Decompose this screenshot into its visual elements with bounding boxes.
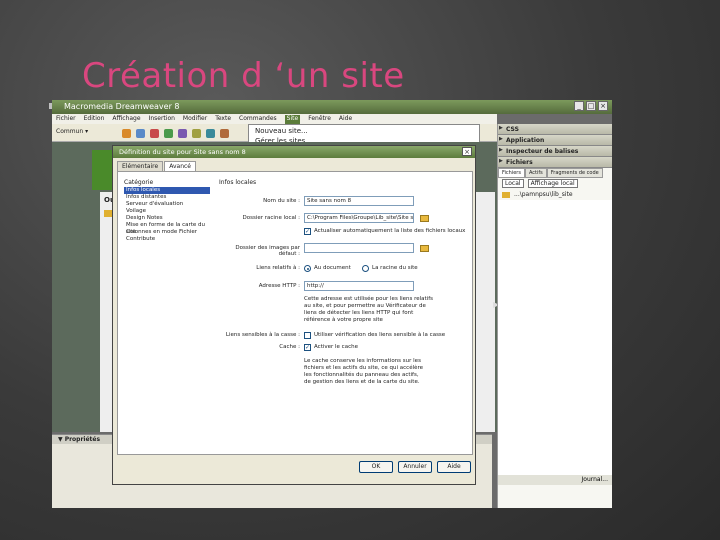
category-testing-server[interactable]: Serveur d'évaluation [124, 201, 210, 208]
dialog-tabs: Elémentaire Avancé [117, 161, 196, 171]
table-icon[interactable] [164, 129, 173, 138]
auto-refresh-label: Actualiser automatiquement la liste des … [314, 228, 466, 234]
image-icon[interactable] [192, 129, 201, 138]
menu-affichage[interactable]: Affichage [112, 115, 140, 124]
help-button[interactable]: Aide [437, 461, 471, 473]
folder-icon [502, 191, 510, 198]
auto-refresh-checkbox[interactable]: ✓ [304, 228, 311, 235]
category-design-notes[interactable]: Design Notes [124, 215, 210, 222]
cache-checkbox[interactable]: ✓ [304, 344, 311, 351]
maximize-button[interactable]: □ [586, 101, 596, 111]
menu-aide[interactable]: Aide [339, 115, 352, 124]
dialog-titlebar: Définition du site pour Site sans nom 8 … [113, 146, 475, 158]
root-folder-label: Dossier racine local : [242, 215, 300, 221]
files-path: ...\pamnpsu\lib_site [514, 191, 573, 198]
cache-option: Activer le cache [314, 344, 358, 350]
case-sensitive-checkbox[interactable] [304, 332, 311, 339]
view-select[interactable]: Affichage local [527, 179, 578, 188]
date-icon[interactable] [220, 129, 229, 138]
files-tabs: Fichiers Actifs Fragments de code [498, 168, 612, 178]
files-controls: Local Affichage local [498, 178, 612, 189]
site-name-input[interactable]: Site sans nom 8 [304, 196, 414, 206]
category-local-info[interactable]: Infos locales [124, 187, 210, 194]
menu-insertion[interactable]: Insertion [149, 115, 175, 124]
menu-item-new-site[interactable]: Nouveau site... [255, 127, 479, 137]
files-path-row: ...\pamnpsu\lib_site [498, 189, 612, 200]
panel-application[interactable]: Application [498, 135, 612, 146]
http-note: Cette adresse est utilisée pour les lien… [304, 296, 434, 323]
http-address-label: Adresse HTTP : [258, 283, 300, 289]
site-definition-dialog: Définition du site pour Site sans nom 8 … [112, 145, 476, 485]
links-root-radio[interactable] [362, 265, 369, 272]
panel-group: CSS Application Inspecteur de balises Fi… [497, 124, 612, 508]
dialog-title: Définition du site pour Site sans nom 8 [119, 148, 246, 156]
ok-button[interactable]: OK [359, 461, 393, 473]
links-relative-label: Liens relatifs à : [256, 265, 300, 271]
tab-snippets[interactable]: Fragments de code [546, 168, 603, 178]
links-document-label: Au document [314, 265, 351, 271]
menu-site[interactable]: Site [284, 115, 301, 124]
dreamweaver-screenshot: Macromedia Dreamweaver 8 _ □ × Fichier E… [52, 100, 612, 508]
menu-commandes[interactable]: Commandes [239, 115, 277, 124]
cache-note: Le cache conserve les informations sur l… [304, 358, 424, 385]
link-icon[interactable] [122, 129, 131, 138]
dialog-content: Catégorie Infos locales Infos distantes … [117, 171, 473, 455]
menu-texte[interactable]: Texte [215, 115, 231, 124]
slide-title: Création d ‘un site [82, 56, 405, 96]
files-tree[interactable] [498, 200, 612, 475]
category-site-map-layout[interactable]: Mise en forme de la carte du site [124, 222, 210, 235]
http-address-input[interactable]: http:// [304, 281, 414, 291]
tab-files[interactable]: Fichiers [498, 168, 525, 178]
files-footer: Journal... [498, 475, 612, 485]
panel-css[interactable]: CSS [498, 124, 612, 135]
category-cloaking[interactable]: Voilage [124, 208, 210, 215]
panel-tag-inspector[interactable]: Inspecteur de balises [498, 146, 612, 157]
menu-fenetre[interactable]: Fenêtre [308, 115, 331, 124]
menu-fichier[interactable]: Fichier [56, 115, 76, 124]
dialog-close-button[interactable]: × [462, 147, 472, 156]
folder-icon[interactable] [104, 210, 112, 217]
category-remote-info[interactable]: Infos distantes [124, 194, 210, 201]
cancel-button[interactable]: Annuler [398, 461, 432, 473]
links-root-label: La racine du site [372, 265, 418, 271]
email-icon[interactable] [136, 129, 145, 138]
menu-modifier[interactable]: Modifier [183, 115, 207, 124]
minimize-button[interactable]: _ [574, 101, 584, 111]
anchor-icon[interactable] [150, 129, 159, 138]
menubar: Fichier Edition Affichage Insertion Modi… [52, 114, 497, 124]
tab-assets[interactable]: Actifs [524, 168, 547, 178]
root-folder-input[interactable]: C:\Program Files\Groupe\Lib_site\Site sa… [304, 213, 414, 223]
images-folder-input[interactable] [304, 243, 414, 253]
media-icon[interactable] [206, 129, 215, 138]
layer-icon[interactable] [178, 129, 187, 138]
browse-folder-icon[interactable] [420, 215, 429, 222]
log-button[interactable]: Journal... [582, 476, 608, 484]
case-sensitive-option: Utiliser vérification des liens sensible… [314, 332, 446, 338]
case-sensitive-label: Liens sensibles à la casse : [225, 332, 300, 338]
tab-basic[interactable]: Elémentaire [117, 161, 164, 171]
category-list: Infos locales Infos distantes Serveur d'… [124, 187, 210, 243]
images-folder-label: Dossier des images par défaut : [235, 245, 300, 257]
section-title: Infos locales [219, 179, 257, 186]
panel-files[interactable]: Fichiers [498, 157, 612, 168]
toolbar-category-select[interactable]: Commun ▾ [56, 128, 88, 135]
links-document-radio[interactable] [304, 265, 311, 272]
category-label: Catégorie [124, 179, 154, 186]
close-button[interactable]: × [598, 101, 608, 111]
site-select[interactable]: Local [502, 179, 524, 188]
browse-images-icon[interactable] [420, 245, 429, 252]
menu-edition[interactable]: Edition [84, 115, 105, 124]
tab-advanced[interactable]: Avancé [164, 161, 196, 171]
category-contribute[interactable]: Contribute [124, 236, 210, 243]
site-name-label: Nom du site : [263, 198, 300, 204]
app-title: Macromedia Dreamweaver 8 [64, 102, 180, 111]
app-titlebar: Macromedia Dreamweaver 8 _ □ × [52, 100, 612, 114]
category-file-view-columns[interactable]: Colonnes en mode Fichier [124, 229, 210, 236]
cache-label: Cache : [279, 344, 300, 350]
